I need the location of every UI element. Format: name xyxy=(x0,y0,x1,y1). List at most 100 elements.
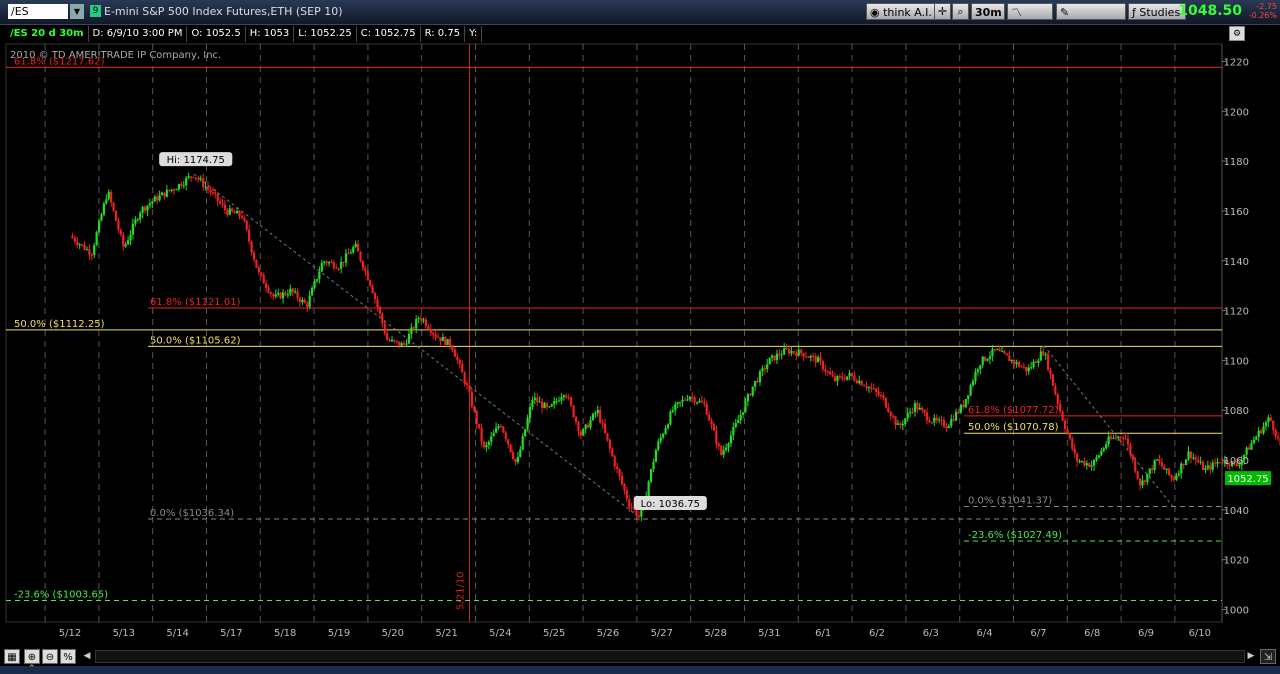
candle-body xyxy=(1066,428,1069,434)
candle-body xyxy=(1122,437,1125,439)
candle-body xyxy=(984,356,987,361)
x-tick-label: 5/12 xyxy=(59,628,81,639)
candle-body xyxy=(1158,459,1161,462)
candle-body xyxy=(388,339,391,342)
price-chart[interactable]: 2010 © TD AMERITRADE IP Company, Inc. 61… xyxy=(0,0,1280,648)
fib-level-label: 0.0% ($1036.34) xyxy=(150,508,234,519)
candle-body xyxy=(657,441,660,451)
candle-body xyxy=(671,410,674,412)
candle-body xyxy=(1187,451,1190,460)
candle-body xyxy=(1003,351,1006,354)
y-tick-label: 1220 xyxy=(1224,57,1249,68)
candle-body xyxy=(737,420,740,424)
candle-body xyxy=(386,333,389,340)
candle-body xyxy=(1008,355,1011,362)
candle-body xyxy=(214,192,217,194)
candle-body xyxy=(1216,462,1219,464)
candle-body xyxy=(301,299,304,303)
candle-body xyxy=(1131,455,1134,461)
candle-body xyxy=(792,350,795,353)
candle-body xyxy=(1255,436,1258,440)
candle-body xyxy=(1054,385,1057,395)
current-price-text: 1052.75 xyxy=(1227,474,1268,485)
candle-body xyxy=(127,240,130,245)
candle-body xyxy=(1005,353,1009,356)
candle-body xyxy=(1039,351,1042,361)
x-tick-label: 6/7 xyxy=(1030,628,1046,639)
candle-body xyxy=(1010,359,1013,362)
candle-body xyxy=(451,346,454,350)
candle-body xyxy=(1114,437,1117,439)
candle-body xyxy=(710,420,713,425)
candle-body xyxy=(226,210,229,215)
candle-body xyxy=(1117,436,1120,439)
candle-body xyxy=(97,220,101,233)
candle-body xyxy=(821,361,825,370)
candle-body xyxy=(110,191,113,203)
zoom-out-icon[interactable]: ⊖ xyxy=(42,649,58,664)
candle-body xyxy=(870,387,873,389)
zoom-in-icon[interactable]: ⊕ xyxy=(24,649,40,664)
y-tick-label: 1120 xyxy=(1224,307,1249,318)
candle-body xyxy=(1172,478,1176,480)
candle-body xyxy=(809,355,812,358)
candle-body xyxy=(570,397,573,406)
candle-body xyxy=(618,468,621,476)
candle-body xyxy=(330,262,333,264)
time-scrollbar[interactable] xyxy=(95,650,1245,663)
candle-body xyxy=(652,462,655,470)
expand-icon[interactable]: ⇲ xyxy=(1260,649,1276,664)
candle-body xyxy=(935,417,938,421)
candle-body xyxy=(429,329,432,333)
candle-body xyxy=(354,243,357,248)
candle-body xyxy=(562,395,565,398)
candle-body xyxy=(1124,438,1127,440)
candle-body xyxy=(446,339,449,345)
candle-body xyxy=(129,234,132,241)
candle-body xyxy=(930,422,933,424)
candle-body xyxy=(1170,475,1173,479)
candle-body xyxy=(100,214,103,221)
percent-scale-button[interactable]: % xyxy=(60,649,76,664)
candle-body xyxy=(1218,462,1222,464)
bottom-bar: ▦ ⊕ ⊖ % ◀ ▶ ⇲ xyxy=(0,648,1280,666)
candle-body xyxy=(415,319,418,329)
candle-body xyxy=(139,212,142,220)
candle-body xyxy=(1083,461,1086,466)
footer-strip: ⌃ xyxy=(0,664,1280,674)
scroll-right-icon[interactable]: ▶ xyxy=(1246,650,1256,663)
candle-body xyxy=(475,411,478,425)
scroll-left-icon[interactable]: ◀ xyxy=(82,650,92,663)
candle-body xyxy=(223,204,227,211)
candle-body xyxy=(359,251,362,261)
candle-body xyxy=(862,385,866,387)
x-tick-label: 6/2 xyxy=(869,628,885,639)
candle-body xyxy=(1163,466,1166,470)
candle-body xyxy=(954,411,958,421)
candle-body xyxy=(703,402,706,404)
candle-body xyxy=(340,261,343,269)
candle-body xyxy=(361,260,365,269)
candle-body xyxy=(1192,457,1195,459)
candle-body xyxy=(1027,367,1030,372)
candle-body xyxy=(754,380,757,387)
candle-body xyxy=(695,402,699,404)
candle-body xyxy=(502,426,505,433)
candle-body xyxy=(509,444,512,452)
candle-body xyxy=(921,407,924,410)
candle-body xyxy=(1151,468,1154,470)
low-label-text: Lo: 1036.75 xyxy=(641,499,700,510)
candle-body xyxy=(187,176,190,178)
candle-body xyxy=(1056,394,1059,404)
candle-body xyxy=(490,436,493,442)
candle-body xyxy=(669,411,672,425)
candle-body xyxy=(320,262,323,272)
candle-body xyxy=(785,348,788,350)
candle-body xyxy=(952,419,955,421)
collapse-caret-icon[interactable]: ⌃ xyxy=(28,664,36,674)
candle-body xyxy=(76,241,79,245)
candle-body xyxy=(114,210,118,221)
candle-body xyxy=(1262,426,1265,434)
grid-toggle-icon[interactable]: ▦ xyxy=(4,649,20,664)
candle-body xyxy=(311,287,314,296)
